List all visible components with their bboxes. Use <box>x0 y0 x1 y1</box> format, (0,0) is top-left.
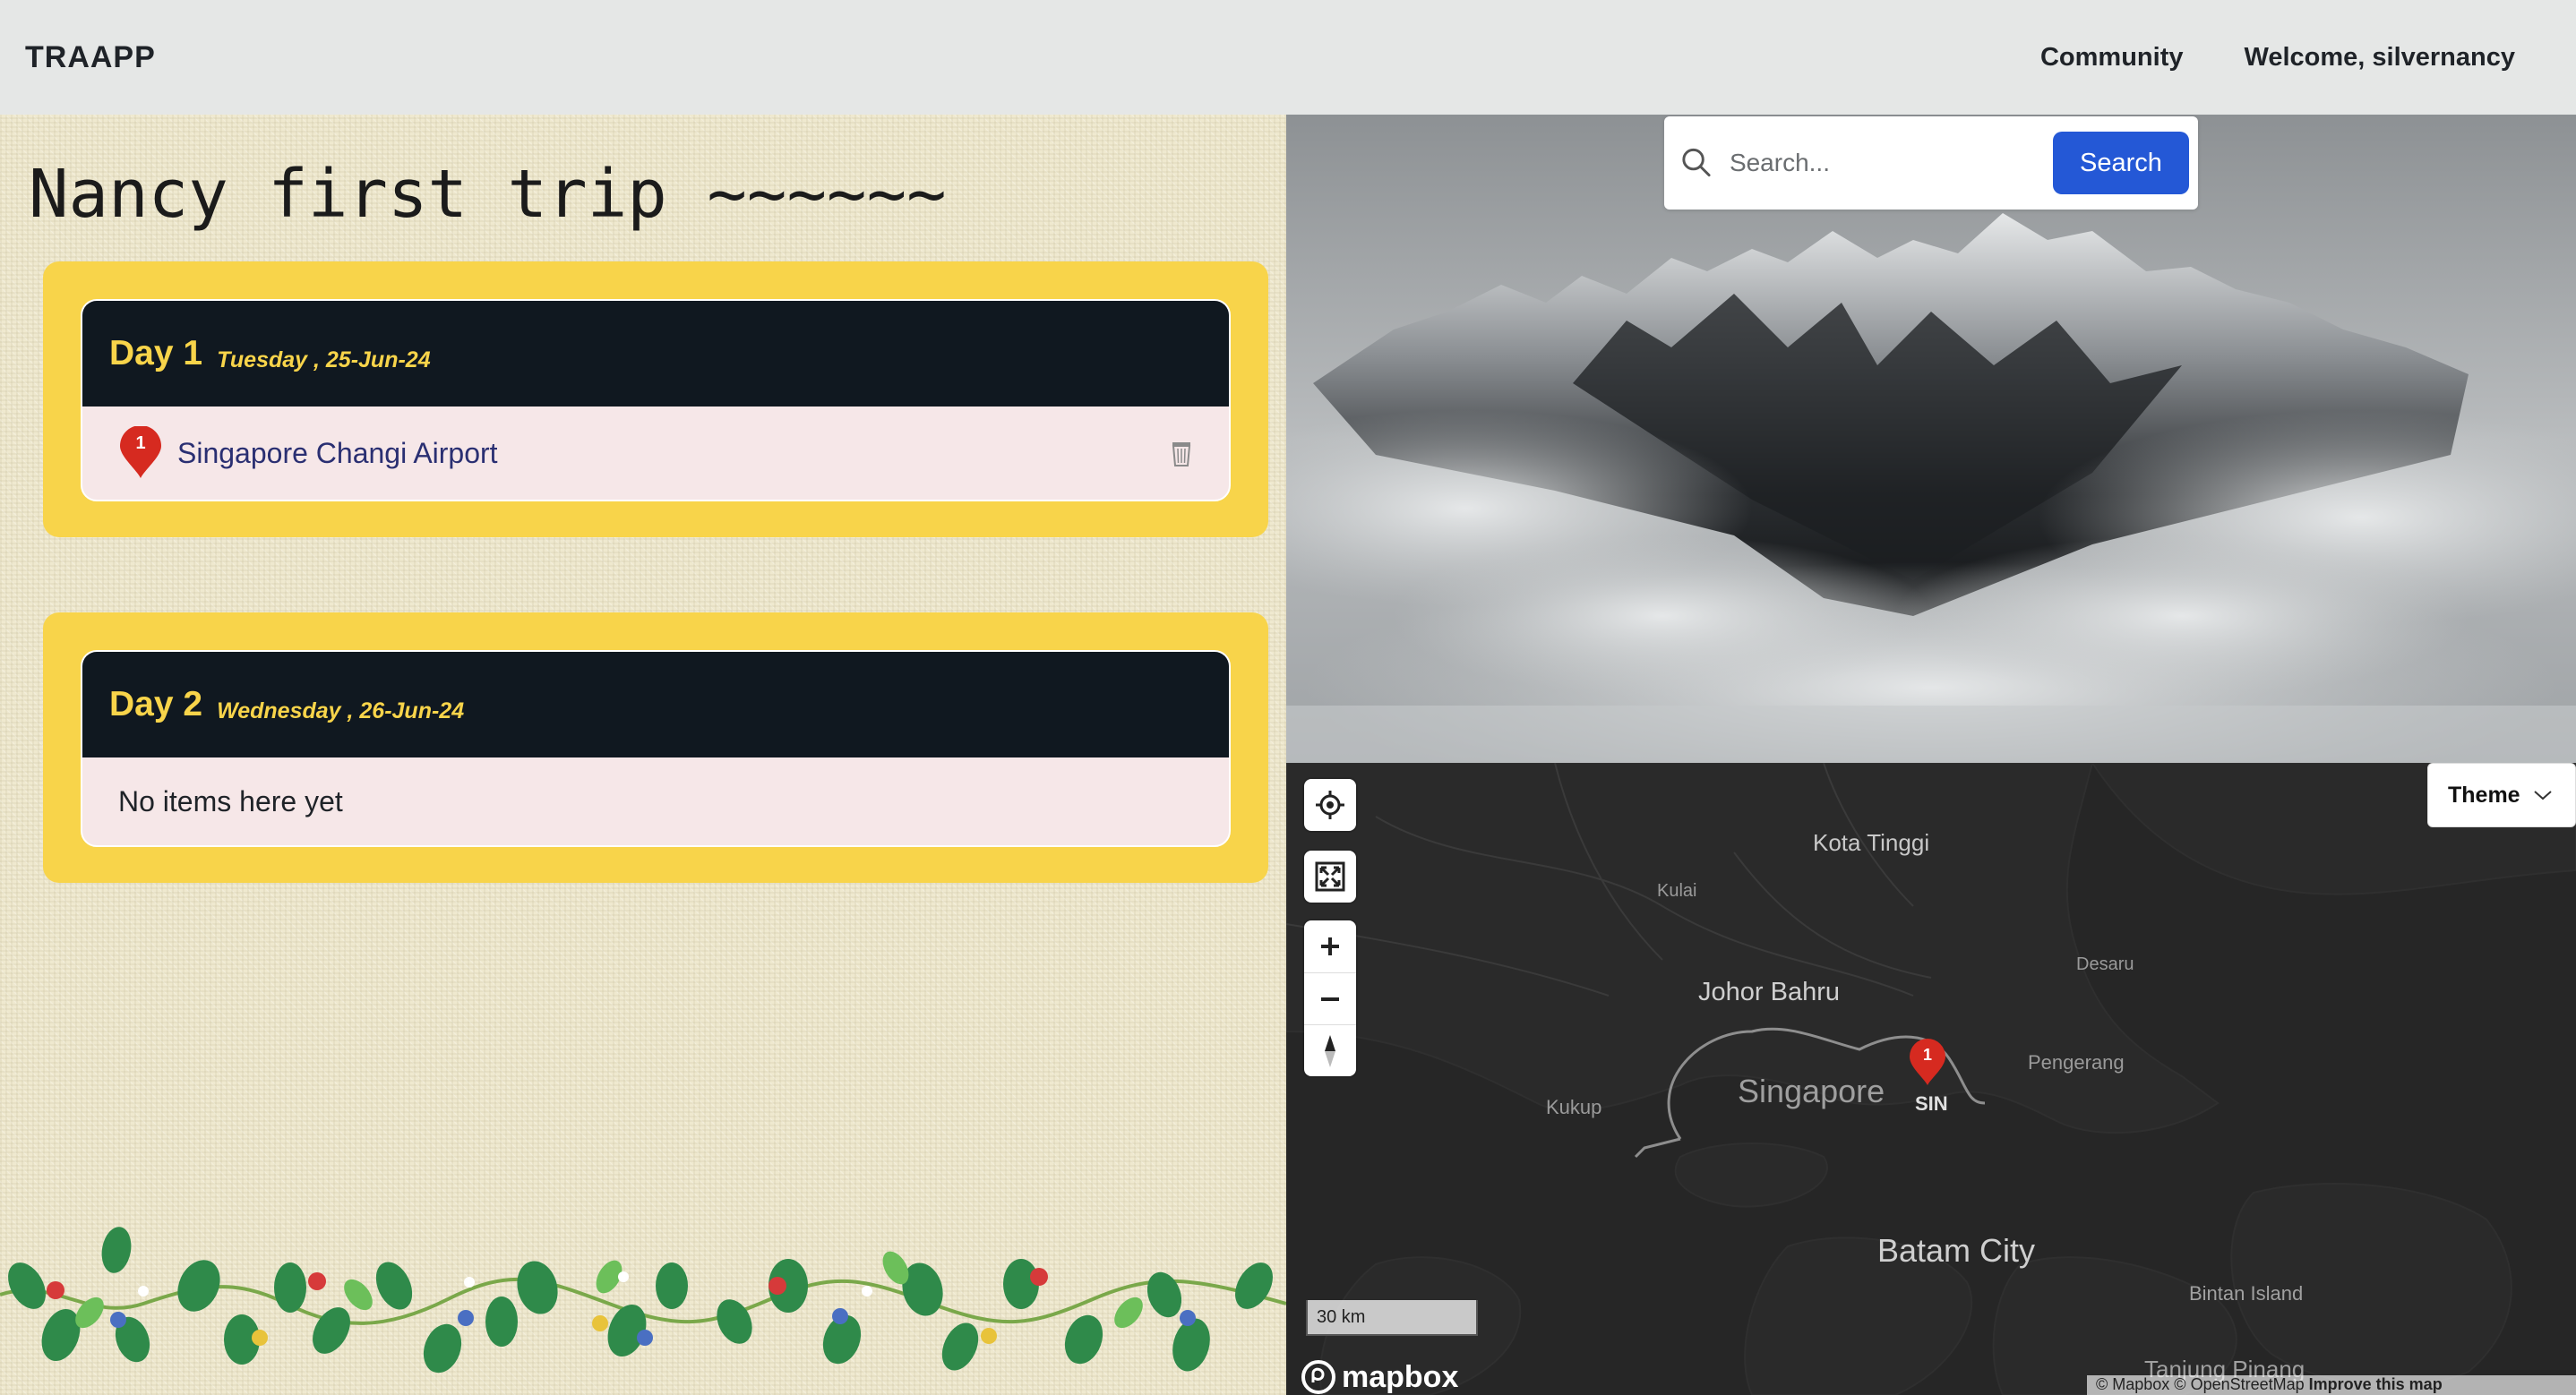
map-marker[interactable]: 1 <box>1908 1039 1947 1087</box>
trash-icon[interactable] <box>1166 438 1197 468</box>
top-navbar: TRAAPP Community Welcome, silvernancy <box>0 0 2576 115</box>
day-card-2: Day 2 Wednesday , 26-Jun-24 No items her… <box>43 612 1268 883</box>
mapbox-logo-text: mapbox <box>1342 1359 1459 1394</box>
day-header: Day 1 Tuesday , 25-Jun-24 <box>82 301 1229 407</box>
chevron-down-icon <box>2533 791 2552 800</box>
marker-number: 1 <box>1922 1046 1932 1064</box>
day-card-inner: Day 2 Wednesday , 26-Jun-24 No items her… <box>81 650 1231 847</box>
brand-logo[interactable]: TRAAPP <box>25 40 156 75</box>
search-icon <box>1682 148 1711 177</box>
empty-state-text: No items here yet <box>118 784 343 817</box>
map-scale-bar: 30 km <box>1306 1300 1478 1336</box>
map-label: Bintan Island <box>2189 1282 2304 1305</box>
day-places-list: No items here yet <box>82 757 1229 845</box>
search-bar: Search <box>1664 116 2198 210</box>
mapbox-logo-icon <box>1301 1360 1335 1394</box>
map-attribution: © Mapbox © OpenStreetMap Improve this ma… <box>2087 1375 2576 1395</box>
pin-number: 1 <box>135 433 146 453</box>
day-label: Day 1 <box>109 334 203 372</box>
theme-label: Theme <box>2448 782 2520 808</box>
fullscreen-button[interactable] <box>1304 851 1356 903</box>
compass-icon <box>1325 1034 1335 1067</box>
minus-icon <box>1321 997 1339 1001</box>
day-label: Day 2 <box>109 685 203 723</box>
navigation-control <box>1304 920 1356 1076</box>
map-label: Desaru <box>2076 954 2134 974</box>
map-label: Singapore <box>1738 1073 1885 1109</box>
fullscreen-icon <box>1315 861 1345 892</box>
day-date: Tuesday , 25-Jun-24 <box>217 347 431 372</box>
map-label: Kota Tinggi <box>1813 829 1930 856</box>
user-welcome-link[interactable]: Welcome, silvernancy <box>2244 43 2515 73</box>
day-card-1: Day 1 Tuesday , 25-Jun-24 1 Singapore Ch… <box>43 261 1268 537</box>
vine-decoration <box>0 1227 1286 1374</box>
geolocate-button[interactable] <box>1304 779 1356 831</box>
map-label: Kulai <box>1657 881 1697 901</box>
zoom-out-button[interactable] <box>1304 972 1356 1024</box>
day-card-inner: Day 1 Tuesday , 25-Jun-24 1 Singapore Ch… <box>81 299 1231 501</box>
attribution-text[interactable]: © Mapbox © OpenStreetMap <box>2096 1375 2305 1393</box>
itinerary-panel: Nancy first trip ~~~~~~ Day 1 Tuesday , … <box>0 115 1286 1395</box>
destination-photo <box>1286 115 2576 763</box>
search-button[interactable]: Search <box>2052 132 2189 194</box>
map-label: Pengerang <box>2028 1051 2125 1074</box>
community-link[interactable]: Community <box>2040 43 2184 73</box>
place-name[interactable]: Singapore Changi Airport <box>177 437 1166 470</box>
map-label: Batam City <box>1877 1232 2036 1269</box>
fullscreen-control <box>1304 851 1356 903</box>
geolocate-control <box>1304 779 1356 831</box>
map-view[interactable]: Kota Tinggi Kulai Desaru Johor Bahru Sin… <box>1286 763 2576 1395</box>
compass-button[interactable] <box>1304 1024 1356 1076</box>
map-label: Kukup <box>1546 1096 1602 1118</box>
day-places-list: 1 Singapore Changi Airport <box>82 407 1229 500</box>
map-label: Johor Bahru <box>1698 978 1840 1006</box>
plus-icon <box>1321 937 1339 955</box>
place-item[interactable]: 1 Singapore Changi Airport <box>118 425 1197 480</box>
crosshair-icon <box>1316 791 1344 819</box>
trip-title: Nancy first trip ~~~~~~ <box>29 156 947 233</box>
day-header: Day 2 Wednesday , 26-Jun-24 <box>82 652 1229 757</box>
zoom-in-button[interactable] <box>1304 920 1356 972</box>
nav-links: Community Welcome, silvernancy <box>2040 43 2551 73</box>
mapbox-logo[interactable]: mapbox <box>1301 1359 1458 1395</box>
improve-map-link[interactable]: Improve this map <box>2309 1375 2443 1393</box>
theme-select[interactable]: Theme <box>2427 763 2576 827</box>
search-input[interactable] <box>1729 149 2053 177</box>
map-pin-icon: 1 <box>118 425 163 480</box>
map-label: SIN <box>1915 1092 1948 1115</box>
day-date: Wednesday , 26-Jun-24 <box>217 698 465 723</box>
